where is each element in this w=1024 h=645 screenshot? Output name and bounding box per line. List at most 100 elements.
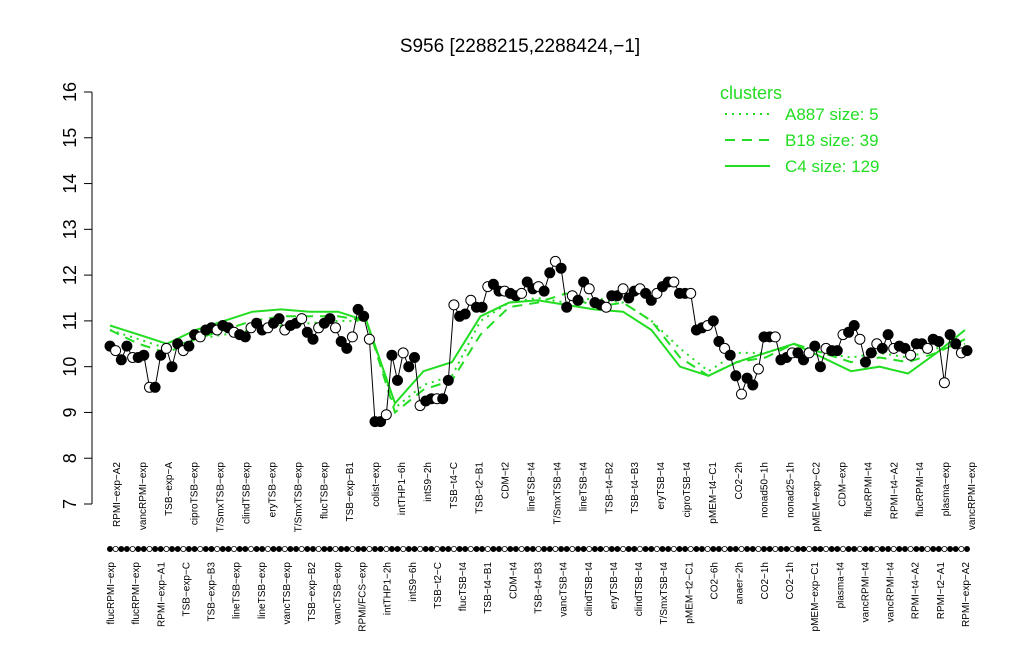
rug-dot (123, 546, 130, 553)
x-tick-label-bottom: RPMI−t4−A2 (911, 562, 922, 620)
data-point (865, 347, 877, 359)
rug-dot (558, 546, 565, 553)
x-tick-label-top: lineTSB−t4 (527, 462, 538, 512)
x-tick-label-top: TSB−t4−B2 (604, 462, 615, 514)
rug-dot (495, 546, 502, 553)
data-point (363, 333, 375, 345)
data-points (104, 255, 973, 428)
rug-dot (163, 546, 170, 553)
rug-dot (710, 546, 717, 553)
data-point (814, 361, 826, 373)
rug-dot (417, 546, 424, 553)
data-point (933, 336, 945, 347)
data-point (938, 377, 950, 389)
rug-dot (208, 546, 215, 553)
rug-dot (518, 546, 525, 553)
x-tick-label-bottom: flucRPMI−exp (106, 562, 117, 625)
rug-dot (868, 546, 875, 553)
rug-dot (411, 546, 418, 553)
x-tick-label-bottom: CO2−6h (710, 562, 721, 600)
rug-dot (918, 546, 925, 553)
rug-dot (377, 546, 384, 553)
x-tick-label-top: TSB−t2−B1 (475, 462, 486, 514)
rug-dot (140, 546, 147, 553)
rug-dot (529, 546, 536, 553)
rug-dot (462, 546, 469, 553)
rug-dot (180, 546, 187, 553)
chart-svg: S956 [2288215,2288424,−1] 7 8 9 10 11 12 13 14 1… (60, 36, 978, 632)
data-point (600, 301, 612, 313)
data-point (685, 287, 697, 299)
rug-dot (197, 546, 204, 553)
y-tick-label: 15 (60, 128, 80, 148)
data-point (544, 267, 556, 279)
sample-rug-dots (107, 546, 971, 553)
data-point (882, 329, 894, 341)
rug-dot (524, 546, 531, 553)
rug-dot (230, 546, 237, 553)
y-tick-label: 10 (60, 357, 80, 377)
data-point (121, 340, 133, 352)
rug-dot (789, 546, 796, 553)
rug-dot (157, 546, 164, 553)
rug-dot (479, 546, 486, 553)
rug-dot (490, 546, 497, 553)
x-tick-label-top: clindTSB−exp (242, 462, 253, 524)
rug-dot (665, 546, 672, 553)
x-tick-label-bottom: eryTSB−t4 (609, 562, 620, 610)
rug-dot (766, 546, 773, 553)
x-tick-label-bottom: clindTSB−t4 (634, 562, 645, 617)
rug-dot (625, 546, 632, 553)
x-tick-label-top: ciproTSB−exp (190, 462, 201, 526)
x-tick-label-top: nonad50−1h (760, 462, 771, 518)
rug-dot (338, 546, 345, 553)
data-point (668, 276, 680, 288)
rug-dot (298, 546, 305, 553)
rug-dot (580, 546, 587, 553)
data-point (346, 331, 358, 343)
x-tick-label-bottom: TSB−t2−C (433, 562, 444, 609)
data-point (149, 381, 161, 393)
data-point (572, 294, 584, 306)
y-tick-label: 12 (60, 265, 80, 285)
rug-dot (777, 546, 784, 553)
rug-dot (879, 546, 886, 553)
data-point (183, 340, 195, 352)
rug-dot (800, 546, 807, 553)
rug-dot (366, 546, 373, 553)
data-point (944, 329, 956, 341)
x-tick-label-top: CDM−t2 (501, 462, 512, 499)
data-point (403, 361, 415, 373)
rug-dot (270, 546, 277, 553)
rug-dot (264, 546, 271, 553)
rug-dot (174, 546, 181, 553)
rug-dot (823, 546, 830, 553)
rug-dot (445, 546, 452, 553)
rug-dot (924, 546, 931, 553)
rug-dot (851, 546, 858, 553)
x-tick-label-bottom: RPMI/FCS−exp (358, 562, 369, 632)
rug-dot (890, 546, 897, 553)
rug-dot (501, 546, 508, 553)
rug-dot (885, 546, 892, 553)
x-tick-label-bottom: vancRPMI−t4 (886, 562, 897, 623)
data-point (617, 283, 629, 295)
rug-dot (112, 546, 119, 553)
rug-dot (902, 546, 909, 553)
x-tick-label-bottom: CO2−1h (760, 562, 771, 600)
rug-dot (107, 546, 114, 553)
rug-dot (135, 546, 142, 553)
x-tick-label-bottom: TSB−exp−B2 (307, 562, 318, 622)
rug-dot (293, 546, 300, 553)
data-point (730, 370, 742, 382)
rug-dot (637, 546, 644, 553)
x-tick-label-bottom: TSB−exp−C (181, 562, 192, 616)
x-tick-label-top: plasma−exp (941, 462, 952, 517)
rug-dot (129, 546, 136, 553)
rug-dot (856, 546, 863, 553)
data-point (476, 301, 488, 313)
x-tick-label-bottom: plasma−t4 (835, 562, 846, 609)
x-tick-label-bottom: T/SmxTSB−t4 (659, 562, 670, 625)
y-tick-label: 14 (60, 174, 80, 194)
x-tick-label-bottom: CO2−1h (785, 562, 796, 600)
